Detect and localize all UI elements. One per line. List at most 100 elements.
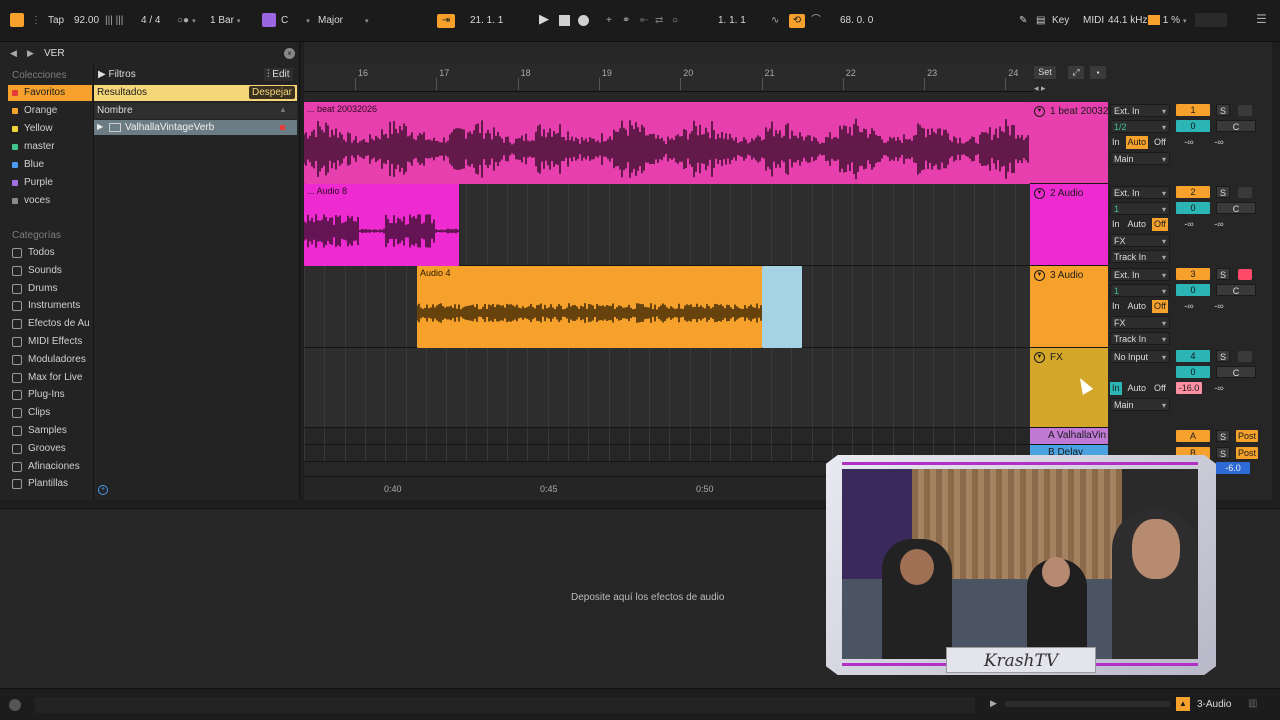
return-track-name[interactable]: A ValhallaVin [1048, 430, 1106, 441]
track-lane[interactable]: ... beat 20032026 [304, 102, 1030, 184]
input-type-dropdown[interactable]: Ext. In [1110, 268, 1170, 282]
track-header[interactable]: ▼ 3 Audio [1030, 266, 1108, 348]
category-item[interactable]: Drums [8, 281, 92, 297]
pre-post-button[interactable]: Post [1236, 430, 1258, 442]
monitor-switch[interactable]: In Auto Off [1110, 136, 1168, 149]
sort-icon[interactable]: ▲ [279, 105, 287, 114]
monitor-auto[interactable]: Auto [1126, 218, 1149, 231]
hamburger-icon[interactable]: ☰ [1256, 12, 1267, 26]
monitor-in[interactable]: In [1110, 300, 1122, 313]
clear-search-icon[interactable]: × [284, 48, 295, 59]
solo-button[interactable]: S [1216, 430, 1230, 442]
collection-item-blue[interactable]: Blue [8, 157, 92, 173]
category-item[interactable]: Efectos de Au [8, 316, 92, 332]
input-type-dropdown[interactable]: Ext. In [1110, 186, 1170, 200]
category-item[interactable]: Instruments [8, 298, 92, 314]
time-signature-field[interactable]: 4 / 4 [141, 14, 160, 28]
arrangement-position-field[interactable]: 21. 1. 1 [470, 14, 503, 28]
track-activator[interactable]: 1 [1176, 104, 1210, 116]
session-record-icon[interactable]: ○ [672, 14, 678, 28]
loop-button[interactable]: ⟲ [789, 14, 805, 28]
category-item[interactable]: Moduladores [8, 352, 92, 368]
volume-field[interactable]: 0 [1176, 366, 1210, 378]
play-icon[interactable]: ▶ [990, 698, 997, 709]
solo-button[interactable]: S [1216, 350, 1230, 362]
locator-arrows-icon[interactable]: ◂ ▸ [1034, 83, 1046, 94]
monitor-off[interactable]: Off [1152, 136, 1168, 149]
back-to-arrangement-icon[interactable]: ⇤ [640, 14, 648, 28]
monitor-switch[interactable]: In Auto Off [1110, 300, 1168, 313]
menu-icon[interactable]: ⋮ [31, 14, 41, 28]
view-toggle-icon[interactable] [10, 13, 24, 27]
quantize-dropdown[interactable]: 1 Bar ▾ [210, 14, 240, 28]
return-activator[interactable]: A [1176, 430, 1210, 442]
audio-clip[interactable]: ... Audio 8 [304, 184, 459, 266]
play-icon[interactable]: ▶ [539, 12, 549, 26]
category-item[interactable]: Plug-Ins [8, 387, 92, 403]
lock-icon[interactable]: ▪ [1090, 66, 1106, 79]
volume-field[interactable]: 0 [1176, 120, 1210, 132]
arm-button[interactable] [1238, 187, 1252, 198]
filters-toggle[interactable]: ▶ Filtros [98, 69, 136, 80]
output-dropdown[interactable]: FX [1110, 234, 1170, 248]
arm-button[interactable] [1238, 105, 1252, 116]
result-item[interactable]: ▶ ValhallaVintageVerb [94, 120, 297, 135]
expand-icon[interactable]: ⤢ [1068, 66, 1084, 79]
output-dropdown[interactable]: FX [1110, 316, 1170, 330]
track-name[interactable]: 1 beat 20032 [1050, 106, 1108, 117]
input-channel-dropdown[interactable]: 1 [1110, 284, 1170, 298]
punch-out-icon[interactable]: ⌒ [811, 14, 821, 28]
track-activator[interactable]: 4 [1176, 350, 1210, 362]
selection-region[interactable] [762, 266, 802, 348]
draw-mode-icon[interactable]: ✎ [1019, 14, 1027, 28]
input-channel-dropdown[interactable]: 1/2 [1110, 120, 1170, 134]
punch-in-icon[interactable]: ∿ [771, 14, 779, 28]
solo-button[interactable]: S [1216, 186, 1230, 198]
track-lane[interactable]: Audio 4 [304, 266, 1030, 348]
scroll-overview[interactable] [1005, 701, 1170, 707]
pan-field[interactable]: C [1216, 366, 1256, 378]
category-item[interactable]: Max for Live [8, 370, 92, 386]
return-volume-field[interactable]: -6.0 [1216, 462, 1250, 474]
volume-field[interactable]: 0 [1176, 202, 1210, 214]
collection-item-voces[interactable]: voces [8, 193, 92, 209]
arm-button[interactable] [1238, 351, 1252, 362]
track-activator[interactable]: 3 [1176, 268, 1210, 280]
edit-button[interactable]: ⫶ Edit [264, 68, 293, 81]
loop-start-field[interactable]: 1. 1. 1 [718, 14, 746, 28]
pan-field[interactable]: C [1216, 120, 1256, 132]
fold-icon[interactable]: ▼ [1034, 106, 1045, 117]
track-name[interactable]: 3 Audio [1050, 270, 1083, 281]
output-dropdown[interactable]: Main [1110, 152, 1170, 166]
category-item[interactable]: Todos [8, 245, 92, 261]
tempo-field[interactable]: 92.00 [74, 14, 99, 28]
collection-item-favoritos[interactable]: Favoritos [8, 85, 92, 101]
input-channel-dropdown[interactable]: 1 [1110, 202, 1170, 216]
expand-icon[interactable]: ▶ [97, 122, 103, 131]
tap-button[interactable]: Tap [48, 14, 64, 28]
scale-mode-icon[interactable] [262, 13, 276, 27]
pan-field[interactable]: C [1216, 202, 1256, 214]
scale-dropdown[interactable]: Major ▾ [318, 14, 369, 28]
audio-clip[interactable]: ... beat 20032026 [304, 102, 1030, 184]
solo-button[interactable]: S [1216, 447, 1230, 459]
return-lane[interactable] [304, 428, 1030, 445]
monitor-off[interactable]: Off [1152, 218, 1168, 231]
add-icon[interactable]: + [606, 14, 612, 28]
track-name[interactable]: 2 Audio [1050, 188, 1083, 199]
track-header[interactable]: ▼ 1 beat 20032 [1030, 102, 1108, 184]
monitor-switch[interactable]: In Auto Off [1110, 382, 1168, 395]
collection-item-yellow[interactable]: Yellow [8, 121, 92, 137]
input-type-dropdown[interactable]: No Input [1110, 350, 1170, 364]
output-channel-dropdown[interactable]: Track In [1110, 250, 1170, 264]
monitor-auto[interactable]: Auto [1126, 300, 1149, 313]
beat-time-ruler[interactable]: 16 17 18 19 20 21 22 23 24 [304, 64, 1034, 92]
key-map-button[interactable]: Key [1052, 14, 1069, 28]
output-channel-dropdown[interactable]: Track In [1110, 332, 1170, 346]
stop-icon[interactable] [559, 15, 570, 26]
category-item[interactable]: Clips [8, 405, 92, 421]
pre-post-button[interactable]: Post [1236, 447, 1258, 459]
link-icon[interactable]: ⚭ [622, 14, 630, 28]
fold-icon[interactable]: ▼ [1034, 352, 1045, 363]
monitor-in[interactable]: In [1110, 382, 1122, 395]
